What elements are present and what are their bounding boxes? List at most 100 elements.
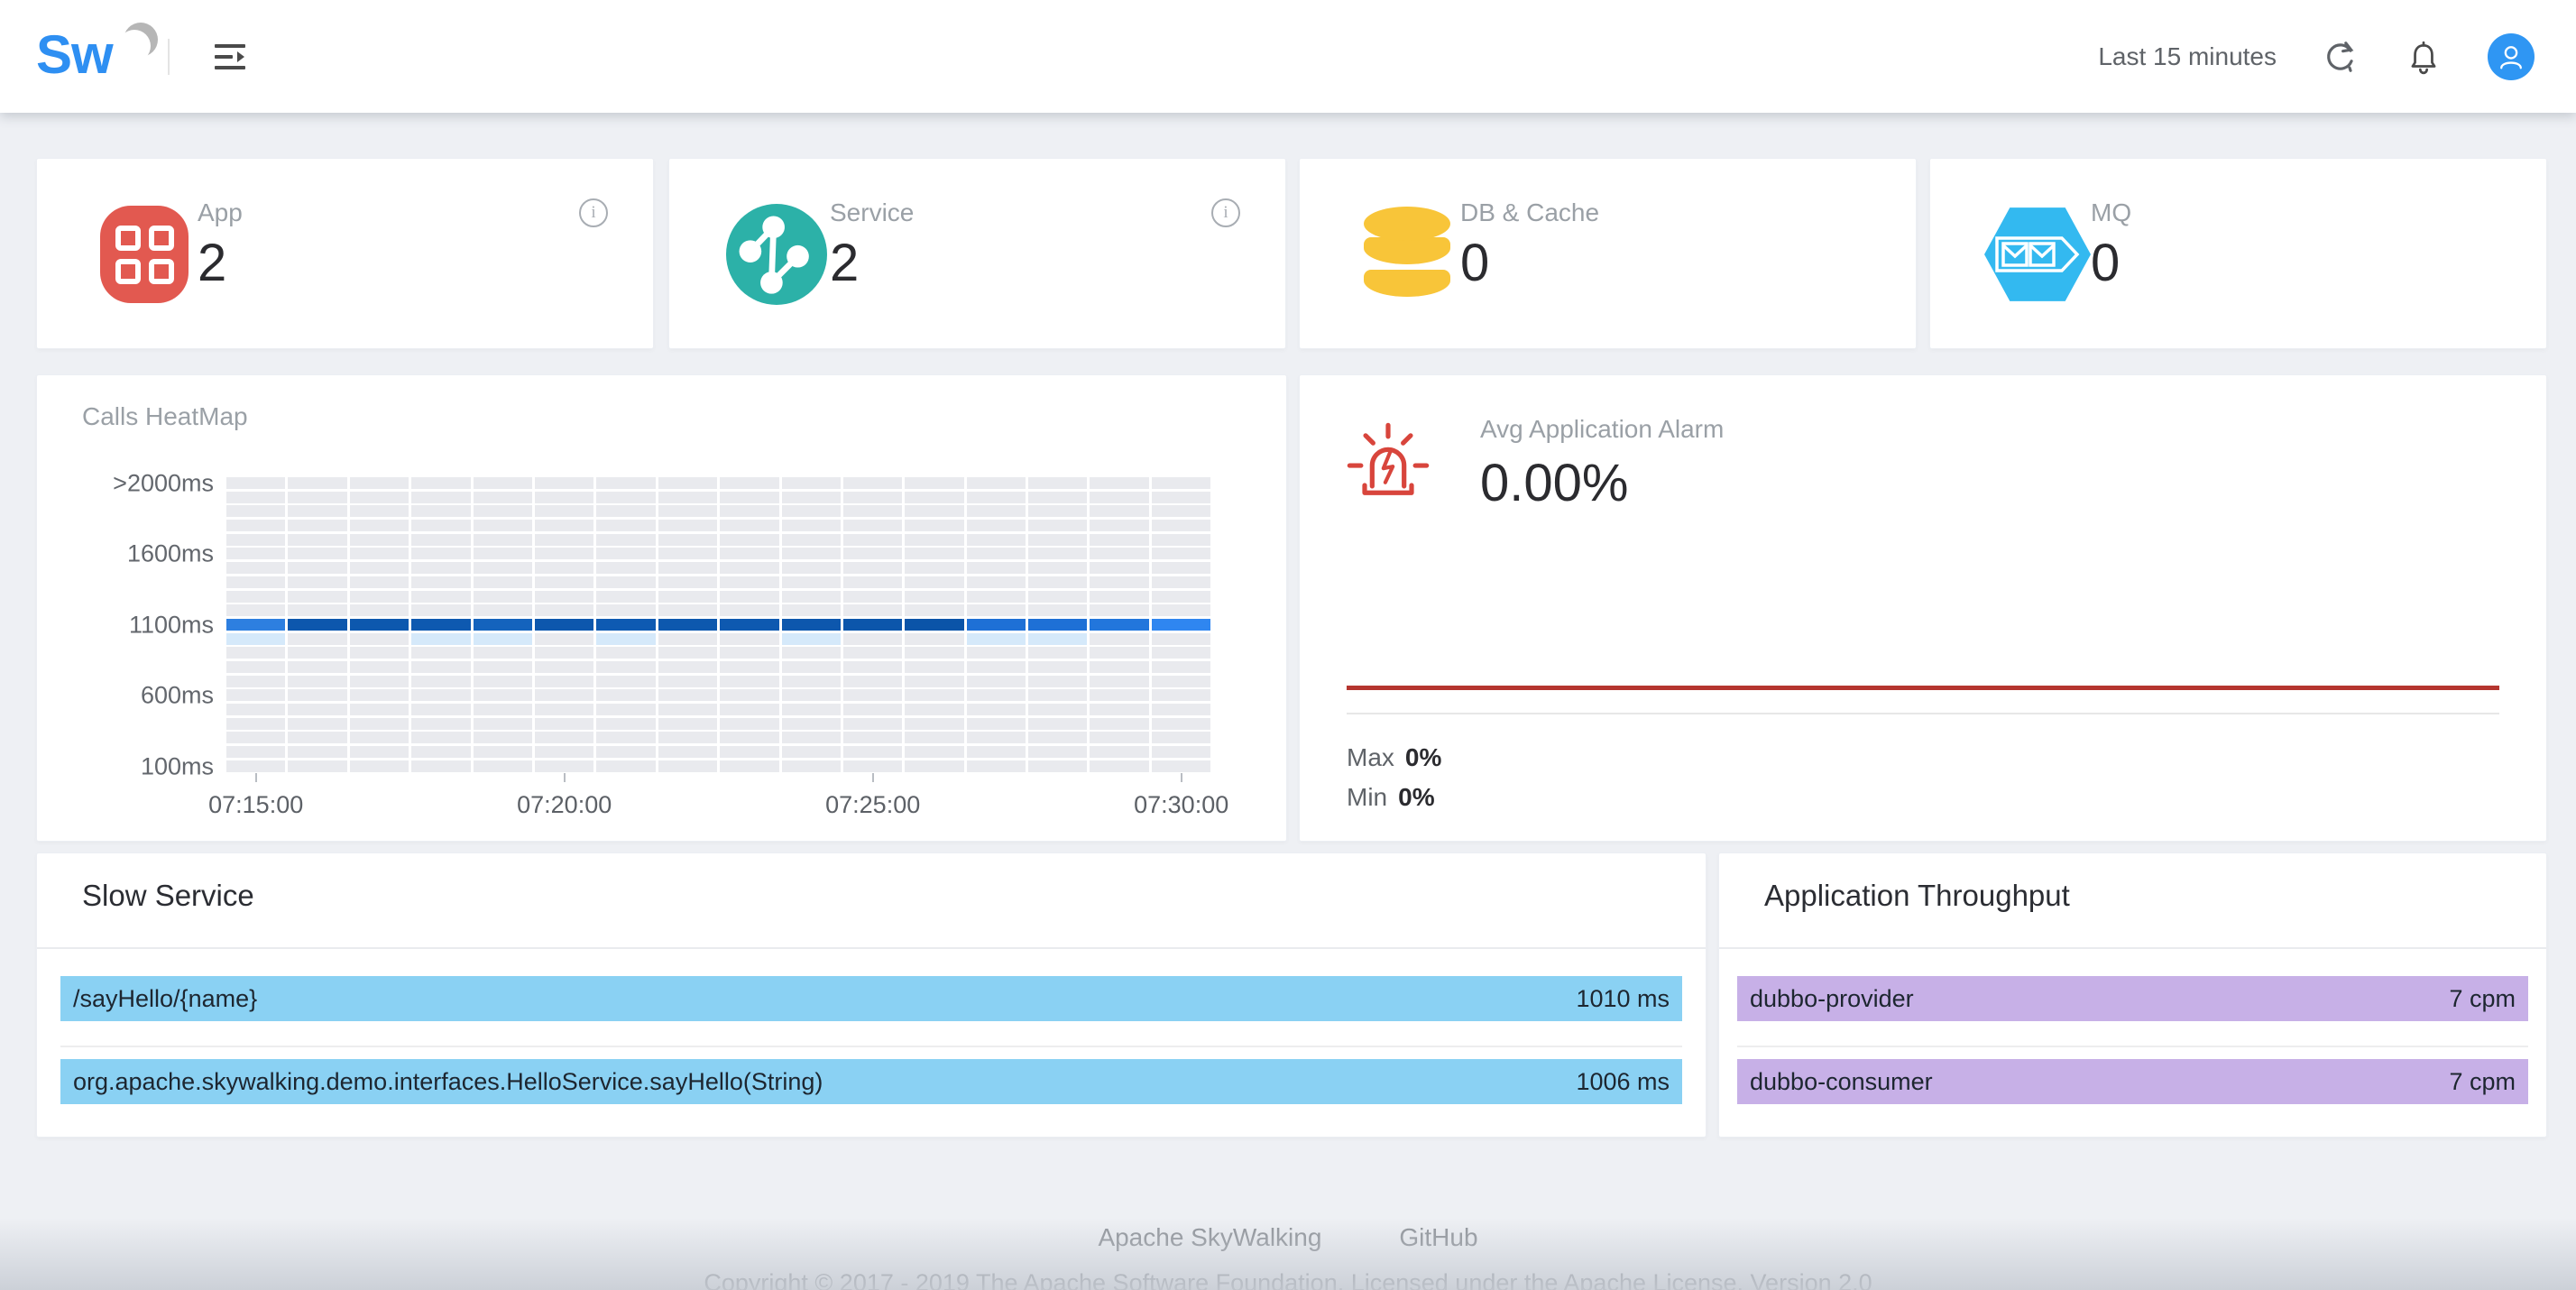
heatmap-cell [1090, 746, 1148, 758]
bell-icon[interactable] [2405, 38, 2443, 76]
throughput-bar[interactable]: dubbo-consumer7 cpm [1737, 1059, 2528, 1104]
heatmap-cell [411, 604, 470, 616]
stat-card-value: 2 [198, 233, 226, 293]
heatmap-grid [226, 477, 1210, 772]
footer-link-apache-skywalking[interactable]: Apache SkyWalking [1098, 1223, 1321, 1252]
heatmap-cell [535, 477, 593, 489]
alarm-value: 0.00% [1480, 453, 1628, 513]
heatmap-cell [658, 718, 717, 730]
menu-unfold-icon[interactable] [215, 41, 251, 72]
heatmap-cell [1090, 505, 1148, 517]
alarm-siren-icon [1341, 417, 1435, 515]
heatmap-cell [226, 661, 285, 673]
heatmap-cell [967, 548, 1026, 559]
heatmap-cell [782, 647, 841, 659]
info-icon[interactable]: i [579, 198, 608, 227]
heatmap-cell [905, 760, 963, 772]
heatmap-cell [967, 746, 1026, 758]
heatmap-cell [1090, 619, 1148, 631]
heatmap-cell [967, 760, 1026, 772]
heatmap-cell [474, 492, 532, 503]
heatmap-cell [905, 718, 963, 730]
heatmap-cell [843, 746, 902, 758]
slow-service-bar[interactable]: /sayHello/{name}1010 ms [60, 976, 1682, 1021]
heatmap-cell [288, 647, 346, 659]
heatmap-cell [226, 732, 285, 743]
heatmap-cell [535, 647, 593, 659]
heatmap-cell [596, 704, 655, 715]
heatmap-cell [967, 718, 1026, 730]
heatmap-cell [226, 520, 285, 531]
max-label: Max [1347, 743, 1394, 771]
heatmap-cell [288, 591, 346, 603]
heatmap-cell [967, 520, 1026, 531]
heatmap-x-axis-tick [564, 773, 566, 782]
heatmap-cell [226, 619, 285, 631]
panel-title: Calls HeatMap [82, 402, 248, 431]
service-graph-icon [726, 204, 827, 305]
heatmap-cell [411, 619, 470, 631]
calls-heatmap-panel: Calls HeatMap >2000ms1600ms1100ms600ms10… [36, 374, 1287, 842]
heatmap-cell [1152, 576, 1210, 588]
footer-copyright: Copyright © 2017 - 2019 The Apache Softw… [0, 1269, 2576, 1290]
refresh-icon[interactable] [2322, 38, 2360, 76]
heatmap-cell [226, 548, 285, 559]
info-icon[interactable]: i [1211, 198, 1240, 227]
heatmap-cell [1028, 576, 1087, 588]
heatmap-cell [843, 633, 902, 645]
heatmap-cell [226, 591, 285, 603]
heatmap-cell [288, 505, 346, 517]
heatmap-cell [967, 647, 1026, 659]
heatmap-cell [226, 676, 285, 687]
heatmap-cell [226, 477, 285, 489]
heatmap-cell [658, 633, 717, 645]
throughput-bar[interactable]: dubbo-provider7 cpm [1737, 976, 2528, 1021]
heatmap-cell [474, 661, 532, 673]
heatmap-cell [226, 647, 285, 659]
heatmap-cell [411, 760, 470, 772]
heatmap-cell [843, 492, 902, 503]
heatmap-cell [967, 661, 1026, 673]
skywalking-logo[interactable]: Sw [36, 16, 153, 97]
heatmap-cell [782, 520, 841, 531]
heatmap-cell [843, 505, 902, 517]
heatmap-cell [658, 647, 717, 659]
heatmap-x-axis-tick [1181, 773, 1182, 782]
heatmap-cell [288, 732, 346, 743]
stat-card-app: App 2 i [36, 158, 654, 349]
heatmap-cell [1152, 534, 1210, 546]
heatmap-cell [1090, 591, 1148, 603]
heatmap-cell [843, 676, 902, 687]
heatmap-cell [843, 576, 902, 588]
heatmap-cell [905, 633, 963, 645]
heatmap-cell [905, 732, 963, 743]
heatmap-cell [535, 619, 593, 631]
slow-service-bar[interactable]: org.apache.skywalking.demo.interfaces.He… [60, 1059, 1682, 1104]
heatmap-cell [226, 576, 285, 588]
footer-link-github[interactable]: GitHub [1399, 1223, 1477, 1252]
heatmap-cell [1028, 520, 1087, 531]
heatmap-cell [1152, 704, 1210, 715]
heatmap-cell [658, 746, 717, 758]
time-range-selector[interactable]: Last 15 minutes [2098, 42, 2277, 71]
avatar-user-icon[interactable] [2488, 33, 2535, 80]
heatmap-cell [1028, 505, 1087, 517]
heatmap-cell [535, 591, 593, 603]
heatmap-cell [411, 689, 470, 701]
heatmap-cell [1152, 676, 1210, 687]
heatmap-cell [411, 492, 470, 503]
heatmap-cell [843, 534, 902, 546]
heatmap-cell [658, 505, 717, 517]
heatmap-cell [474, 548, 532, 559]
heatmap-cell [967, 591, 1026, 603]
heatmap-cell [720, 534, 778, 546]
avg-application-alarm-panel: Avg Application Alarm 0.00% Max0% Min0% [1299, 374, 2547, 842]
heatmap-cell [782, 591, 841, 603]
panel-title: Slow Service [82, 879, 254, 913]
bar-label: org.apache.skywalking.demo.interfaces.He… [73, 1068, 823, 1096]
slow-service-bars: /sayHello/{name}1010 ms org.apache.skywal… [37, 976, 1706, 1104]
min-label: Min [1347, 783, 1387, 811]
heatmap-cell [350, 576, 409, 588]
heatmap-cell [288, 520, 346, 531]
heatmap-cell [720, 760, 778, 772]
